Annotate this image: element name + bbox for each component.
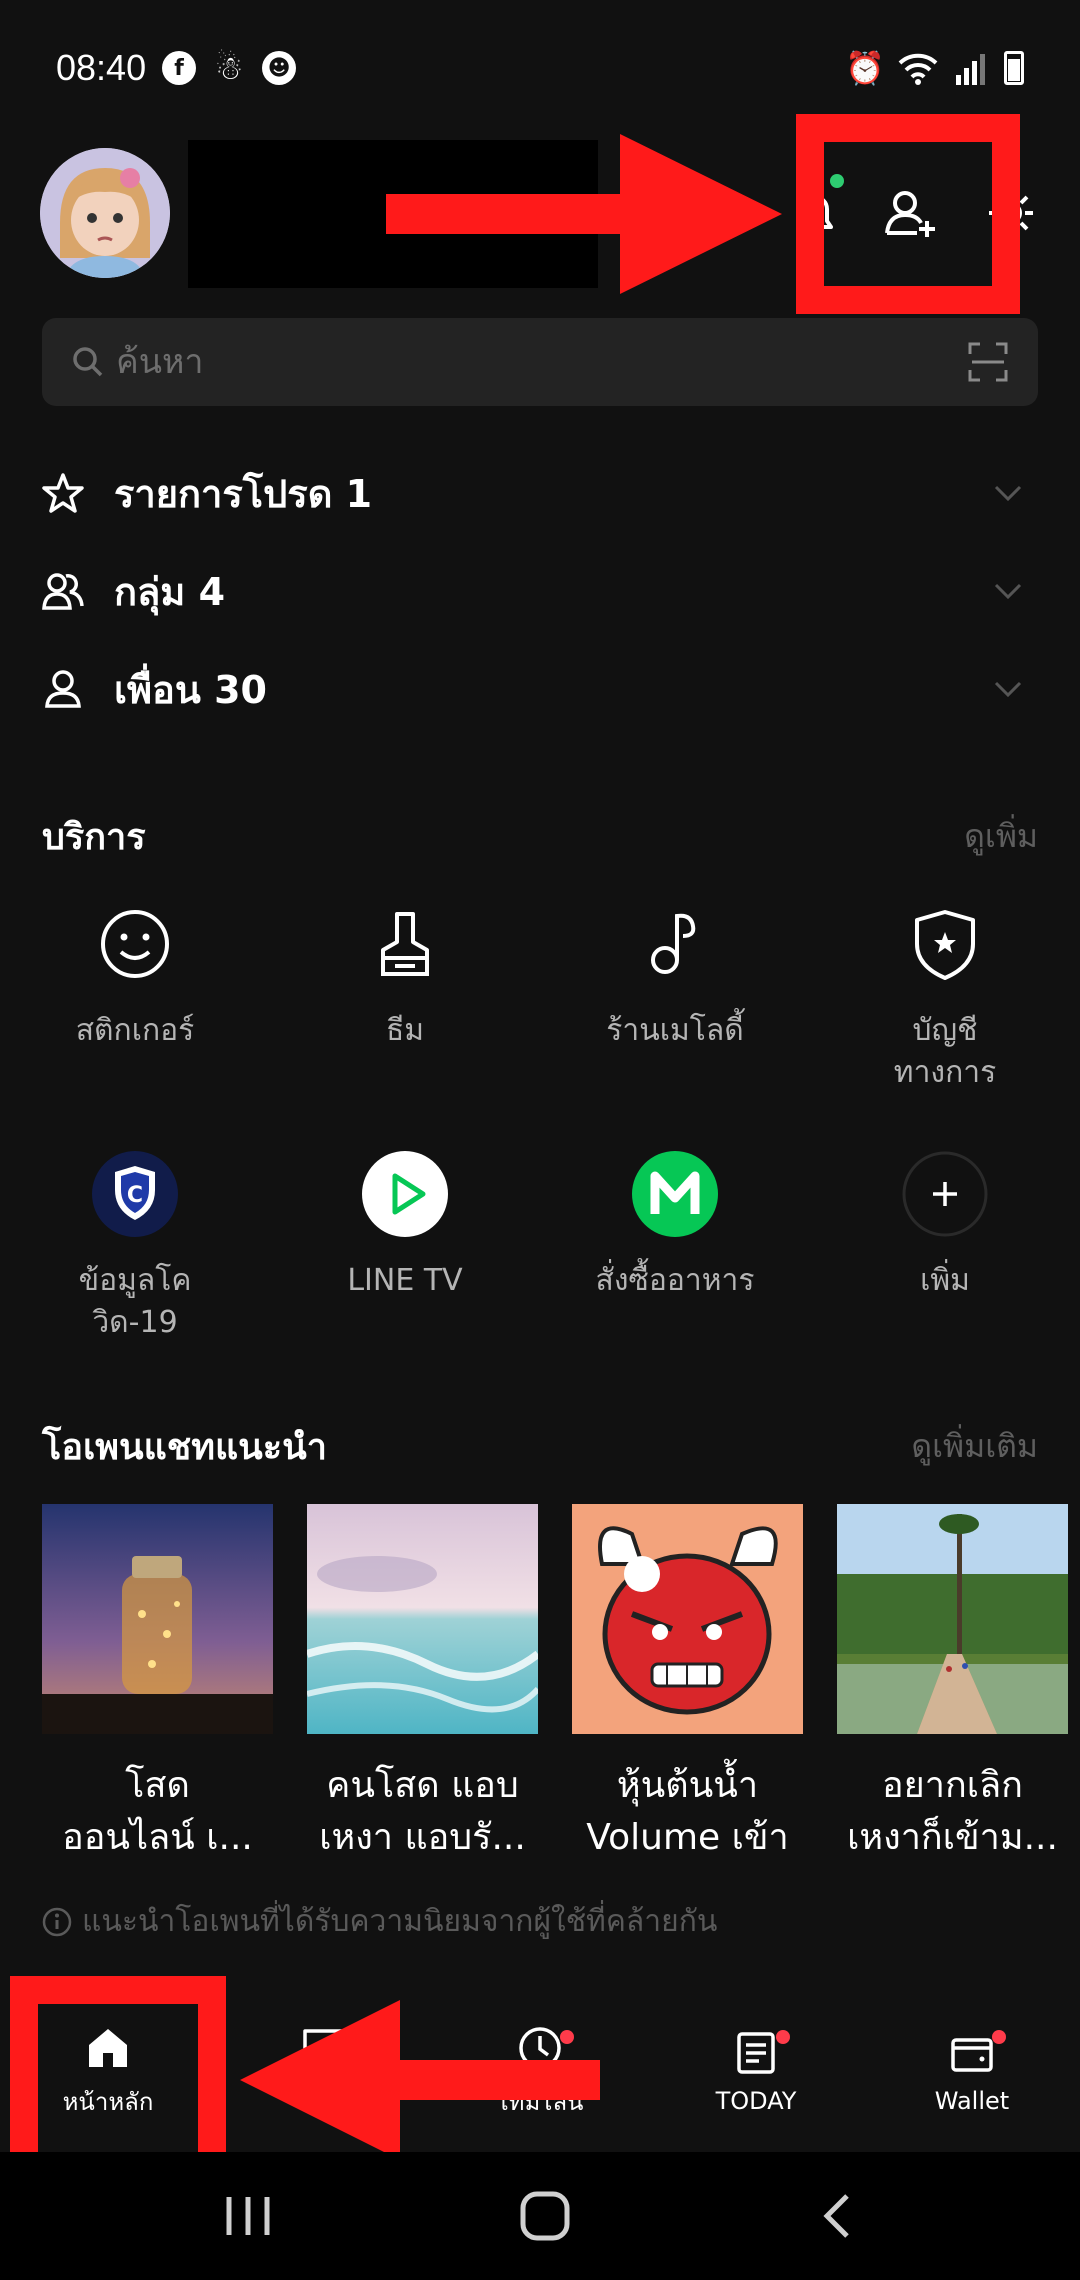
section-label: กลุ่ม 4: [114, 569, 226, 614]
tab-today[interactable]: TODAY: [648, 1990, 864, 2150]
openchat-card[interactable]: โสด ออนไลน์ เ...: [42, 1504, 273, 1864]
service-food-order[interactable]: สั่งซื้ออาหาร: [540, 1150, 810, 1344]
services-header: บริการ ดูเพิ่ม: [42, 808, 1038, 865]
status-bar: 08:40 f ☃ ☻ ⏰: [56, 40, 1024, 96]
battery-icon: [1004, 51, 1024, 85]
covid-info-icon: C: [91, 1150, 179, 1238]
info-icon: [42, 1907, 72, 1936]
chevron-down-icon[interactable]: [978, 680, 1038, 698]
tab-wallet[interactable]: Wallet: [864, 1990, 1080, 2150]
openchat-name: หุ้นต้นน้ำ Volume เข้า: [586, 1765, 789, 1858]
service-label: ข้อมูลโค วิด-19: [78, 1263, 192, 1340]
service-official-account[interactable]: บัญชี ทางการ: [810, 900, 1080, 1094]
person-icon: [45, 670, 81, 708]
section-label: เพื่อน 30: [114, 667, 267, 712]
section-friends[interactable]: เพื่อน 30: [42, 640, 1038, 738]
openchat-thumbnail: [42, 1504, 273, 1734]
service-sticker[interactable]: สติกเกอร์: [0, 900, 270, 1094]
services-row-1: สติกเกอร์ ธีม ร้านเมโลดี้ บัญชี ทางการ: [0, 900, 1080, 1094]
status-left: 08:40 f ☃ ☻: [56, 47, 297, 89]
section-groups[interactable]: กลุ่ม 4: [42, 542, 1038, 640]
service-label: สติกเกอร์: [75, 1013, 195, 1048]
service-line-tv[interactable]: LINE TV: [270, 1150, 540, 1344]
openchat-note-text: แนะนำโอเพนที่ได้รับความนิยมจากผู้ใช้ที่ค…: [82, 1904, 718, 1939]
star-icon: [42, 473, 84, 513]
service-label: สั่งซื้ออาหาร: [595, 1263, 755, 1298]
service-label: เพิ่ม: [920, 1263, 970, 1298]
search-input[interactable]: [116, 342, 968, 382]
openchat-thumbnail: [572, 1504, 803, 1734]
back-icon[interactable]: [817, 2190, 857, 2242]
service-label: ธีม: [385, 1013, 425, 1048]
group-icon: [42, 573, 84, 610]
openchat-thumbnail: [837, 1504, 1068, 1734]
plus-icon: [901, 1150, 989, 1238]
scan-icon[interactable]: [968, 342, 1008, 382]
openchat-name: อยากเลิก เหงาก็เข้าม...: [847, 1765, 1058, 1858]
service-melody[interactable]: ร้านเมโลดี้: [540, 900, 810, 1094]
avatar[interactable]: [40, 148, 170, 278]
badge-dot: [992, 2030, 1006, 2044]
service-label: ร้านเมโลดี้: [606, 1013, 744, 1048]
home-system-icon[interactable]: [519, 2190, 571, 2242]
services-more-link[interactable]: ดูเพิ่ม: [964, 811, 1038, 862]
sticker-icon: [91, 900, 179, 988]
search-bar[interactable]: [42, 318, 1038, 406]
signal-icon: [956, 54, 985, 85]
service-label: บัญชี ทางการ: [893, 1013, 997, 1090]
openchat-thumbnail: [305, 1504, 541, 1734]
tab-label: Wallet: [934, 2087, 1010, 2115]
wifi-icon: [898, 53, 938, 85]
section-label: รายการโปรด 1: [114, 471, 373, 516]
service-covid-info[interactable]: C ข้อมูลโค วิด-19: [0, 1150, 270, 1344]
services-title: บริการ: [42, 817, 146, 858]
recent-apps-icon[interactable]: [223, 2193, 273, 2239]
app-notification-icon: ☃: [214, 49, 244, 87]
openchat-card[interactable]: อยากเลิก เหงาก็เข้าม...: [837, 1504, 1068, 1864]
status-time: 08:40: [56, 47, 147, 88]
food-order-icon: [631, 1150, 719, 1238]
chevron-down-icon[interactable]: [978, 582, 1038, 600]
line-tv-icon: [361, 1150, 449, 1238]
badge-dot: [776, 2030, 790, 2044]
openchat-card[interactable]: หุ้นต้นน้ำ Volume เข้า: [572, 1504, 803, 1864]
annotation-arrow-left: [240, 2000, 600, 2160]
svg-text:C: C: [127, 1183, 143, 1208]
annotation-box-add-friend: [796, 114, 1020, 314]
services-row-2: C ข้อมูลโค วิด-19 LINE TV สั่งซื้ออาหาร …: [0, 1150, 1080, 1344]
openchat-more-link[interactable]: ดูเพิ่มเติม: [911, 1421, 1038, 1472]
status-right: ⏰: [845, 49, 1024, 87]
section-favorites[interactable]: รายการโปรด 1: [42, 444, 1038, 542]
service-theme[interactable]: ธีม: [270, 900, 540, 1094]
openchat-note: แนะนำโอเพนที่ได้รับความนิยมจากผู้ใช้ที่ค…: [42, 1898, 717, 1945]
search-icon: [73, 347, 103, 377]
face-icon: ☻: [262, 51, 297, 85]
openchat-name: โสด ออนไลน์ เ...: [62, 1765, 253, 1858]
openchat-header: โอเพนแชทแนะนำ ดูเพิ่มเติม: [42, 1418, 1038, 1475]
theme-brush-icon: [361, 900, 449, 988]
openchat-name: คนโสด แอบ เหงา แอบรั...: [319, 1765, 526, 1858]
chevron-down-icon[interactable]: [978, 484, 1038, 502]
service-label: LINE TV: [347, 1263, 463, 1298]
alarm-icon: ⏰: [845, 49, 885, 87]
openchat-card[interactable]: คนโสด แอบ เหงา แอบรั...: [305, 1504, 541, 1864]
facebook-icon: f: [162, 51, 197, 85]
service-add[interactable]: เพิ่ม: [810, 1150, 1080, 1344]
openchat-list: โสด ออนไลน์ เ... คนโสด แอบ เหงา แอบรั...…: [42, 1504, 1080, 1864]
music-note-icon: [631, 900, 719, 988]
system-navigation-bar: [0, 2152, 1080, 2280]
annotation-arrow-right: [386, 134, 782, 294]
friend-sections: รายการโปรด 1 กลุ่ม 4 เพื่อน 30: [42, 444, 1038, 738]
openchat-title: โอเพนแชทแนะนำ: [42, 1427, 327, 1468]
official-account-shield-icon: [901, 900, 989, 988]
tab-label: TODAY: [715, 2087, 797, 2115]
